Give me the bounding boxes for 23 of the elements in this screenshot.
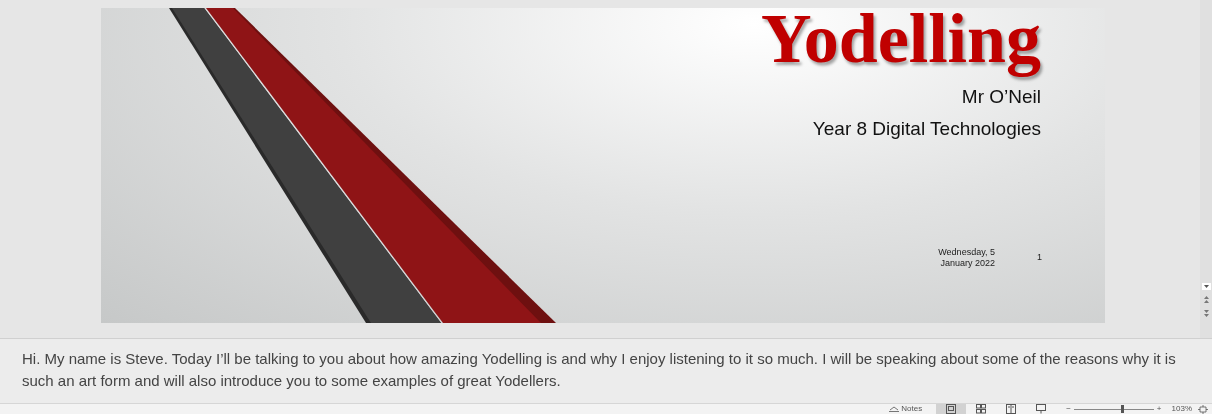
slide-title: Yodelling (760, 8, 1041, 78)
previous-slide-icon (1202, 296, 1210, 304)
zoom-thumb[interactable] (1120, 404, 1124, 413)
caret-icon (889, 406, 900, 412)
zoom-level: 103% (1171, 405, 1192, 413)
vertical-scrollbar[interactable] (1200, 0, 1212, 338)
next-slide-icon (1202, 310, 1210, 318)
zoom-out-button[interactable]: − (1066, 405, 1071, 413)
zoom-in-button[interactable]: + (1156, 405, 1162, 413)
normal-view-icon (945, 404, 958, 414)
slide-date: Wednesday, 5 January 2022 (937, 247, 995, 269)
slide-subtitle: Mr O’Neil (961, 85, 1041, 109)
fit-to-window-icon (1198, 404, 1208, 414)
notes-button[interactable]: Notes (889, 405, 923, 413)
slide-number: 1 (1037, 251, 1042, 265)
book-icon (1005, 404, 1018, 414)
scroll-down-icon (1201, 283, 1211, 290)
view-button[interactable] (936, 403, 967, 414)
zoom-slider[interactable] (1073, 404, 1154, 414)
notes-field[interactable]: Hi. My name is Steve. Today I’ll be talking to you about how amazing Yodelling is and why I enjoy listening to it so much. I will be speaking about some of the reasons why it is such an art form and will also introduce you to some examples of great Yodellers. (0, 338, 1212, 403)
screen-icon (1035, 404, 1048, 414)
slide-subtitle: Year 8 Digital Technologies (812, 117, 1041, 141)
slide-sorter-icon (975, 404, 988, 414)
